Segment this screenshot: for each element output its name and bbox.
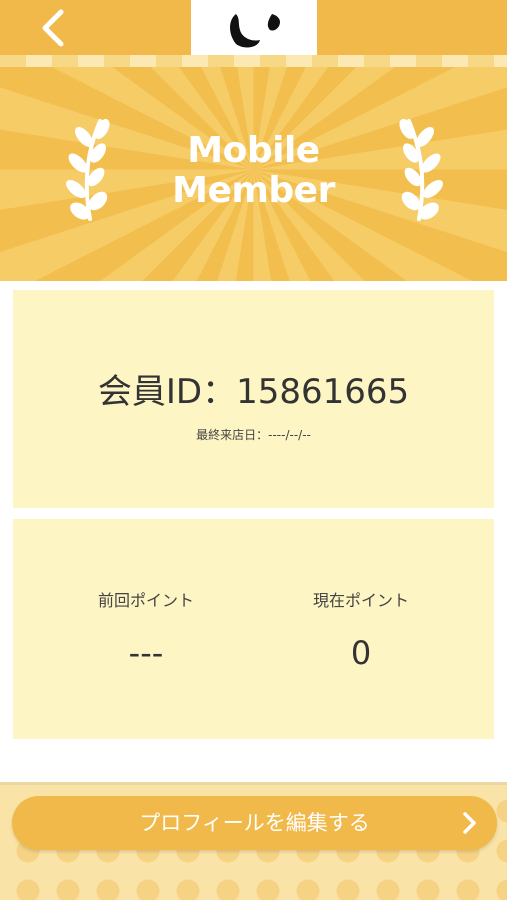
chevron-right-icon bbox=[463, 812, 476, 834]
last-visit-date: 最終来店日：----/--/-- bbox=[196, 428, 311, 442]
decorative-stripe bbox=[0, 55, 507, 67]
points-card: 前回ポイント --- 現在ポイント 0 bbox=[13, 519, 494, 739]
previous-points-label: 前回ポイント bbox=[97, 591, 194, 610]
brand-logo bbox=[191, 0, 317, 55]
edit-profile-label: プロフィールを編集する bbox=[139, 811, 370, 835]
previous-points-value: --- bbox=[128, 634, 164, 672]
member-id-card: 会員ID：15861665 最終来店日：----/--/-- bbox=[13, 290, 494, 508]
laurel-right-icon bbox=[399, 119, 443, 221]
hero-banner: Mobile Member bbox=[0, 67, 507, 281]
brand-logo-icon bbox=[230, 13, 280, 47]
member-id: 会員ID：15861665 bbox=[97, 372, 410, 412]
current-points: 現在ポイント 0 bbox=[241, 589, 481, 673]
previous-points: 前回ポイント --- bbox=[26, 589, 266, 673]
current-points-value: 0 bbox=[350, 634, 372, 672]
edit-profile-button[interactable]: プロフィールを編集する bbox=[12, 796, 497, 850]
back-button[interactable] bbox=[26, 6, 78, 50]
chevron-left-icon bbox=[42, 9, 64, 47]
top-bar bbox=[0, 0, 507, 55]
current-points-label: 現在ポイント bbox=[312, 591, 409, 610]
